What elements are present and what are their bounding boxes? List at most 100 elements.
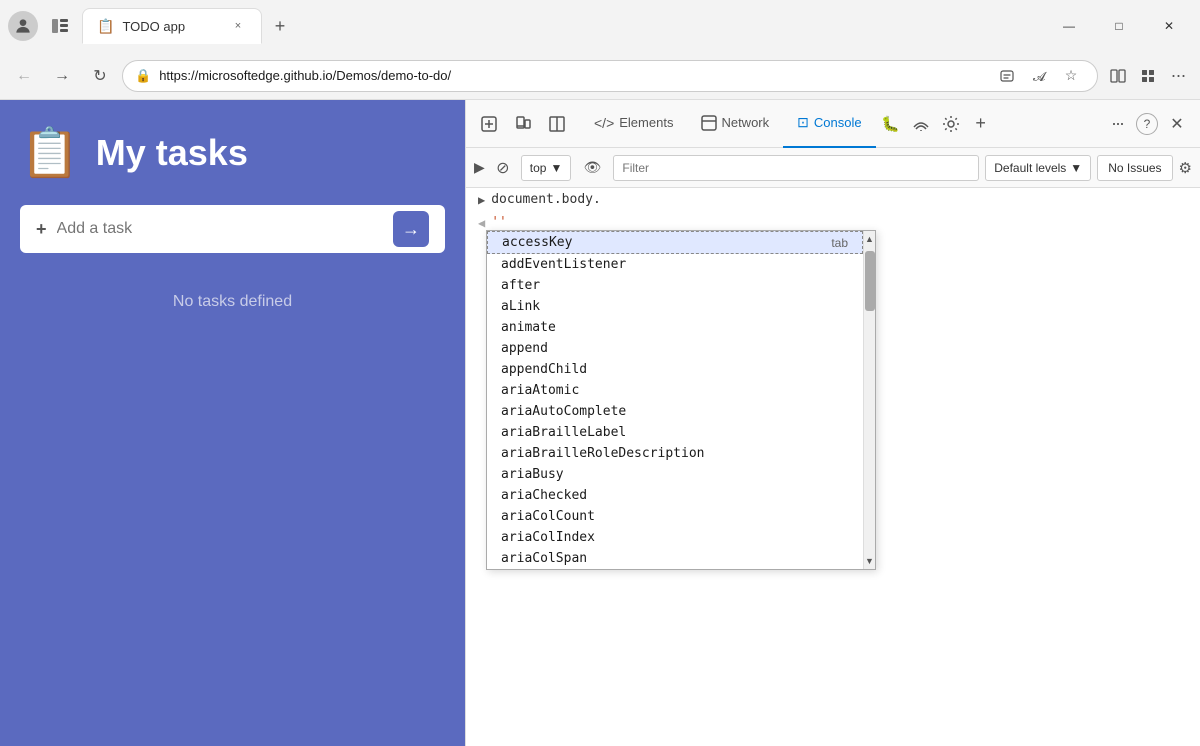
autocomplete-item-alink[interactable]: aLink [487,296,863,317]
devtools-layout-button[interactable] [542,109,572,139]
autocomplete-dropdown: accessKey tab addEventListener after aLi… [486,230,876,570]
autocomplete-item-appendchild[interactable]: appendChild [487,359,863,380]
autocomplete-item-ariacolspan[interactable]: ariaColSpan [487,548,863,569]
title-bar: 📋 TODO app × + — □ ✕ [0,0,1200,52]
devtools-bug-icon[interactable]: 🐛 [876,109,906,139]
devtools-network-icon[interactable] [906,109,936,139]
console-result-text: '' [491,215,507,230]
console-tab-icon: ⊡ [797,114,809,131]
console-level-dropdown-icon: ▼ [1070,161,1082,175]
address-bar[interactable]: 🔒 https://microsoftedge.github.io/Demos/… [122,60,1098,92]
sidebar-toggle-button[interactable] [46,12,74,40]
devtools-device-button[interactable] [508,109,538,139]
devtools-more-button[interactable]: ··· [1102,109,1132,139]
new-tab-button[interactable]: + [266,12,294,40]
tab-close-button[interactable]: × [229,17,247,35]
scroll-thumb[interactable] [865,251,875,311]
add-task-plus-icon: + [36,219,47,240]
autocomplete-item-animate[interactable]: animate [487,317,863,338]
todo-panel: 📋 My tasks + → No tasks defined [0,100,465,746]
address-bar-row: ← → ↻ 🔒 https://microsoftedge.github.io/… [0,52,1200,100]
address-actions: 𝓐 ☆ [993,62,1085,90]
read-aloud-icon[interactable]: 𝓐 [1025,62,1053,90]
autocomplete-item-ariaautocomplete[interactable]: ariaAutoComplete [487,401,863,422]
console-context-label: top [530,161,547,175]
autocomplete-scrollbar: ▲ ▼ [863,231,875,569]
autocomplete-item-ariabrailleroledescription[interactable]: ariaBrailleRoleDescription [487,443,863,464]
profile-card-icon[interactable] [993,62,1021,90]
close-button[interactable]: ✕ [1146,10,1192,42]
forward-button[interactable]: → [46,60,78,92]
back-button[interactable]: ← [8,60,40,92]
browser-window: 📋 TODO app × + — □ ✕ ← → ↻ 🔒 https://mic… [0,0,1200,746]
elements-tab-label: Elements [619,115,673,130]
minimize-button[interactable]: — [1046,10,1092,42]
tab-title: TODO app [122,19,185,34]
svg-text:𝓐: 𝓐 [1033,69,1047,84]
devtools-right-buttons: ··· ? ✕ [1102,109,1192,139]
main-area: 📋 My tasks + → No tasks defined [0,100,1200,746]
active-tab[interactable]: 📋 TODO app × [82,8,262,44]
devtools-tabs: </> Elements Network ⊡ Console 🐛 [580,100,996,148]
tab-hint: tab [831,236,848,250]
scroll-down-arrow[interactable]: ▼ [864,553,875,569]
autocomplete-item-addeventlistener[interactable]: addEventListener [487,254,863,275]
network-tab-label: Network [721,115,769,130]
maximize-button[interactable]: □ [1096,10,1142,42]
autocomplete-item-ariabusy[interactable]: ariaBusy [487,464,863,485]
autocomplete-item-after[interactable]: after [487,275,863,296]
browser-toolbar: ··· [1104,62,1192,90]
autocomplete-item-ariaatomic[interactable]: ariaAtomic [487,380,863,401]
console-arrow-icon: ▶ [478,193,485,207]
console-filter-bar: ▶ ⊘ top ▼ 👁 Default levels ▼ No Issues ⚙ [466,148,1200,188]
devtools-settings-icon[interactable] [936,109,966,139]
add-task-input[interactable] [57,220,383,238]
autocomplete-item-ariacolindex[interactable]: ariaColIndex [487,527,863,548]
autocomplete-label-accesskey: accessKey [502,235,572,250]
console-level-select[interactable]: Default levels ▼ [985,155,1091,181]
add-task-submit-button[interactable]: → [393,211,429,247]
devtools-inspect-button[interactable] [474,109,504,139]
console-no-issues-button[interactable]: No Issues [1097,155,1172,181]
lock-icon: 🔒 [135,68,151,84]
devtools-close-button[interactable]: ✕ [1162,109,1192,139]
console-settings-icon[interactable]: ⚙ [1179,159,1192,177]
autocomplete-list: accessKey tab addEventListener after aLi… [487,231,863,569]
autocomplete-item-append[interactable]: append [487,338,863,359]
console-document-body-text: document.body. [491,192,601,207]
devtools-add-button[interactable]: + [966,109,996,139]
tab-network[interactable]: Network [687,100,783,148]
console-clear-button[interactable]: ⊘ [491,156,515,180]
autocomplete-item-ariabraillelabel[interactable]: ariaBrailleLabel [487,422,863,443]
console-eye-button[interactable]: 👁 [577,153,607,183]
add-task-arrow-icon: → [402,219,420,240]
browser-more-button[interactable]: ··· [1164,62,1192,90]
autocomplete-item-accesskey[interactable]: accessKey tab [487,231,863,254]
console-context-select[interactable]: top ▼ [521,155,572,181]
split-screen-icon[interactable] [1104,62,1132,90]
tab-favicon: 📋 [97,18,114,35]
console-content: ▶ document.body. ◀ '' accessKey tab addE… [466,188,1200,746]
url-text: https://microsoftedge.github.io/Demos/de… [159,68,985,83]
console-line2-arrow: ◀ [478,216,485,230]
autocomplete-item-ariacolcount[interactable]: ariaColCount [487,506,863,527]
console-context-dropdown-icon: ▼ [550,161,562,175]
console-expand-icon[interactable]: ▶ [474,159,485,176]
todo-app-icon: 📋 [20,124,80,181]
scroll-up-arrow[interactable]: ▲ [864,231,875,247]
console-line-1: ▶ document.body. [466,188,1200,211]
devtools-help-button[interactable]: ? [1136,113,1158,135]
collections-icon[interactable] [1134,62,1162,90]
autocomplete-item-ariachecked[interactable]: ariaChecked [487,485,863,506]
refresh-button[interactable]: ↻ [84,60,116,92]
favorites-icon[interactable]: ☆ [1057,62,1085,90]
todo-app-title: My tasks [96,132,248,174]
elements-tab-icon: </> [594,115,614,131]
devtools-panel: </> Elements Network ⊡ Console 🐛 [465,100,1200,746]
no-tasks-label: No tasks defined [20,293,445,311]
tab-elements[interactable]: </> Elements [580,100,687,148]
console-filter-input[interactable] [613,155,979,181]
console-level-label: Default levels [994,161,1066,175]
tab-console[interactable]: ⊡ Console [783,100,875,148]
profile-icon[interactable] [8,11,38,41]
